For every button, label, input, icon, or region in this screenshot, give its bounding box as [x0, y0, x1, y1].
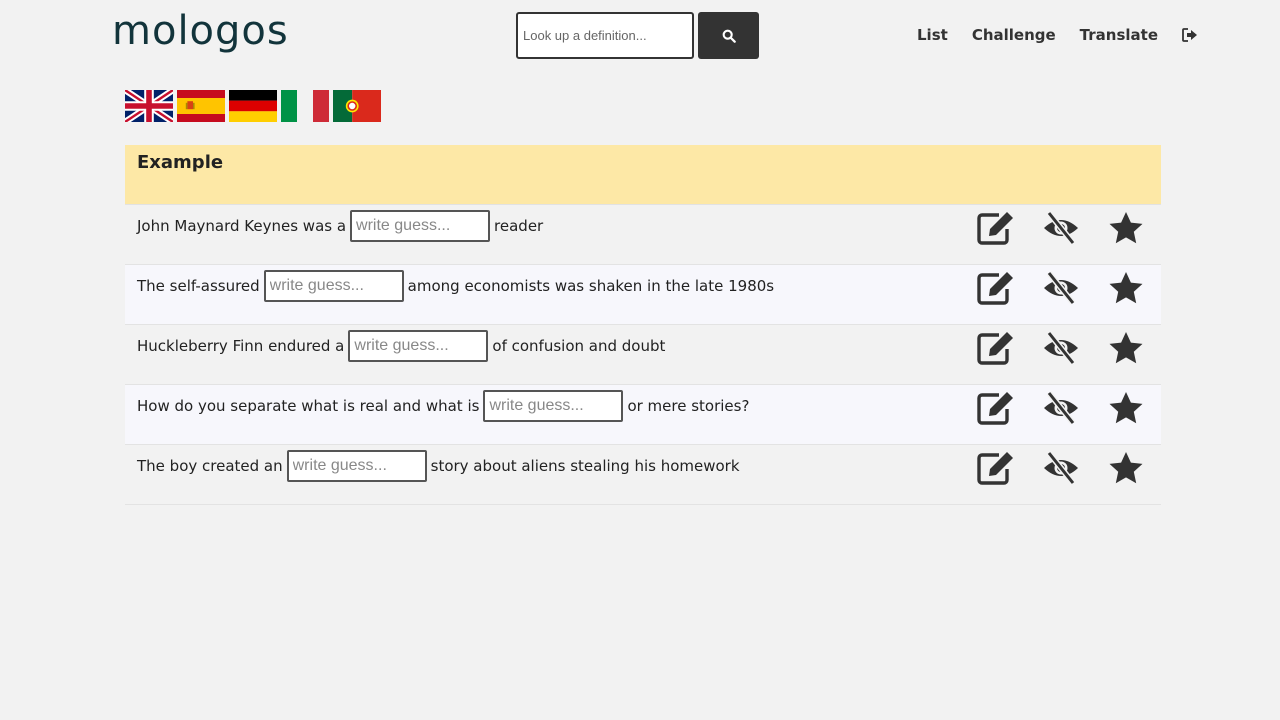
edit-button[interactable] [977, 269, 1015, 307]
row-actions [977, 269, 1145, 307]
eye-slash-icon [1044, 271, 1078, 305]
edit-icon [977, 452, 1013, 485]
favorite-button[interactable] [1107, 329, 1145, 367]
top-navbar: mologos List Challenge Translate [0, 0, 1280, 70]
edit-icon [977, 392, 1013, 425]
flag-uk-icon[interactable] [125, 90, 173, 122]
sentence: Huckleberry Finn endured a of confusion … [137, 330, 665, 362]
star-icon [1109, 272, 1143, 304]
sentence-before-text: The self-assured [137, 277, 260, 295]
sentence-before-text: Huckleberry Finn endured a [137, 337, 345, 355]
row-actions [977, 449, 1145, 487]
edit-button[interactable] [977, 389, 1015, 427]
row-actions [977, 329, 1145, 367]
logout-button[interactable] [1182, 28, 1198, 42]
sentence-before-text: How do you separate what is real and wha… [137, 397, 480, 415]
sentence: The boy created an story about aliens st… [137, 450, 740, 482]
guess-input[interactable] [350, 210, 491, 242]
sentence-before-text: The boy created an [137, 457, 283, 475]
eye-slash-icon [1044, 391, 1078, 425]
panel-title: Example [137, 152, 224, 173]
sentence-after-text: of confusion and doubt [492, 337, 666, 355]
sentence-after-text: or mere stories? [627, 397, 750, 415]
nav-challenge-link[interactable]: Challenge [972, 26, 1056, 44]
sentence-row: The self-assured among economists was sh… [125, 265, 1161, 325]
guess-input[interactable] [483, 390, 624, 422]
hide-button[interactable] [1042, 449, 1080, 487]
hide-button[interactable] [1042, 269, 1080, 307]
sentence-row: The boy created an story about aliens st… [125, 445, 1161, 505]
search-icon [722, 29, 736, 43]
sentence: How do you separate what is real and wha… [137, 390, 749, 422]
search-input[interactable] [516, 12, 694, 59]
sentence-row: John Maynard Keynes was a reader [125, 205, 1161, 265]
sentence-row: How do you separate what is real and wha… [125, 385, 1161, 445]
main-nav: List Challenge Translate [917, 26, 1222, 44]
hide-button[interactable] [1042, 329, 1080, 367]
hide-button[interactable] [1042, 209, 1080, 247]
sentence-after-text: among economists was shaken in the late … [407, 277, 775, 295]
edit-icon [977, 332, 1013, 365]
sentence: John Maynard Keynes was a reader [137, 210, 543, 242]
nav-list-link[interactable]: List [917, 26, 948, 44]
star-icon [1109, 392, 1143, 424]
eye-slash-icon [1044, 451, 1078, 485]
star-icon [1109, 212, 1143, 244]
language-flags [125, 90, 381, 122]
flag-italy-icon[interactable] [281, 90, 329, 122]
search-button[interactable] [698, 12, 759, 59]
star-icon [1109, 452, 1143, 484]
flag-spain-icon[interactable] [177, 90, 225, 122]
favorite-button[interactable] [1107, 269, 1145, 307]
sentence-row: Huckleberry Finn endured a of confusion … [125, 325, 1161, 385]
sentence-before-text: John Maynard Keynes was a [137, 217, 347, 235]
favorite-button[interactable] [1107, 449, 1145, 487]
favorite-button[interactable] [1107, 209, 1145, 247]
sentence-after-text: reader [494, 217, 544, 235]
edit-button[interactable] [977, 329, 1015, 367]
guess-input[interactable] [348, 330, 489, 362]
favorite-button[interactable] [1107, 389, 1145, 427]
sentence: The self-assured among economists was sh… [137, 270, 774, 302]
flag-germany-icon[interactable] [229, 90, 277, 122]
panel-header: Example [125, 145, 1161, 205]
eye-slash-icon [1044, 211, 1078, 245]
example-panel: Example John Maynard Keynes was a reader [125, 145, 1161, 505]
row-actions [977, 209, 1145, 247]
star-icon [1109, 332, 1143, 364]
hide-button[interactable] [1042, 389, 1080, 427]
edit-icon [977, 212, 1013, 245]
guess-input[interactable] [286, 450, 427, 482]
row-actions [977, 389, 1145, 427]
guess-input[interactable] [263, 270, 404, 302]
sentence-after-text: story about aliens stealing his homework [430, 457, 740, 475]
eye-slash-icon [1044, 331, 1078, 365]
nav-translate-link[interactable]: Translate [1080, 26, 1158, 44]
edit-button[interactable] [977, 209, 1015, 247]
flag-portugal-icon[interactable] [333, 90, 381, 122]
edit-icon [977, 272, 1013, 305]
edit-button[interactable] [977, 449, 1015, 487]
site-logo[interactable]: mologos [112, 8, 289, 54]
sign-out-icon [1182, 28, 1197, 42]
